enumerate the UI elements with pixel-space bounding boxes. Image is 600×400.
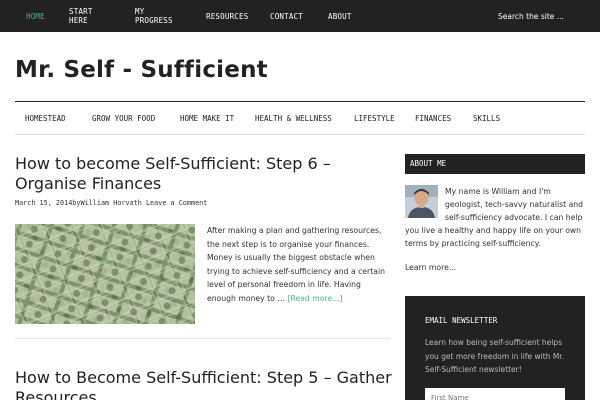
post-date: March 15, 2014 — [15, 199, 73, 207]
nav-finances[interactable]: FINANCES — [415, 114, 451, 123]
money-stacks-image — [15, 224, 195, 324]
email-newsletter-widget: EMAIL NEWSLETTER Learn how being self-su… — [405, 296, 585, 400]
post-excerpt-text: After making a plan and gathering resour… — [207, 226, 385, 303]
avatar — [405, 185, 438, 218]
post-excerpt: After making a plan and gathering resour… — [207, 224, 392, 305]
post-title[interactable]: How to become Self-Sufficient: Step 6 – … — [15, 154, 395, 194]
primary-navigation: HOMESTEAD GROW YOUR FOOD HOME MAKE IT HE… — [15, 101, 585, 135]
post-author[interactable]: William Horvath — [80, 199, 141, 207]
learn-more-link[interactable]: Learn more... — [405, 263, 456, 272]
nav-health-wellness[interactable]: HEALTH & WELLNESS — [255, 114, 332, 123]
site-search — [498, 0, 586, 32]
top-nav-resources[interactable]: RESOURCES — [206, 12, 248, 21]
post-meta: March 15, 2014byWilliam Horvath Leave a … — [15, 199, 207, 207]
first-name-input[interactable] — [425, 388, 565, 400]
top-nav-start-here[interactable]: START HERE — [69, 7, 93, 25]
avatar-photo-icon — [405, 185, 438, 218]
read-more-link[interactable]: [Read more...] — [287, 294, 342, 303]
search-input[interactable] — [498, 11, 586, 21]
top-nav-contact[interactable]: CONTACT — [270, 12, 303, 21]
post-image-money[interactable] — [15, 224, 195, 324]
post-title-2[interactable]: How to Become Self-Sufficient: Step 5 – … — [15, 368, 395, 400]
top-nav-my-progress[interactable]: MY PROGRESS — [135, 7, 173, 25]
nav-grow-your-food[interactable]: GROW YOUR FOOD — [92, 114, 155, 123]
newsletter-title: EMAIL NEWSLETTER — [425, 316, 498, 325]
top-nav-about[interactable]: ABOUT — [328, 12, 352, 21]
about-me-title: ABOUT ME — [410, 159, 447, 168]
post-divider — [15, 338, 390, 339]
top-nav-home[interactable]: HOME — [26, 12, 45, 21]
nav-skills[interactable]: SKILLS — [473, 114, 500, 123]
nav-homestead[interactable]: HOMESTEAD — [25, 114, 66, 123]
nav-lifestyle[interactable]: LIFESTYLE — [354, 114, 395, 123]
post-comment-link[interactable]: Leave a Comment — [146, 199, 207, 207]
newsletter-text: Learn how being self-sufficient helps yo… — [425, 338, 565, 374]
about-me-header: ABOUT ME — [405, 154, 585, 174]
nav-home-make-it[interactable]: HOME MAKE IT — [180, 114, 234, 123]
top-bar: HOME START HERE MY PROGRESS RESOURCES CO… — [0, 0, 600, 32]
site-title[interactable]: Mr. Self - Sufficient — [15, 57, 268, 83]
